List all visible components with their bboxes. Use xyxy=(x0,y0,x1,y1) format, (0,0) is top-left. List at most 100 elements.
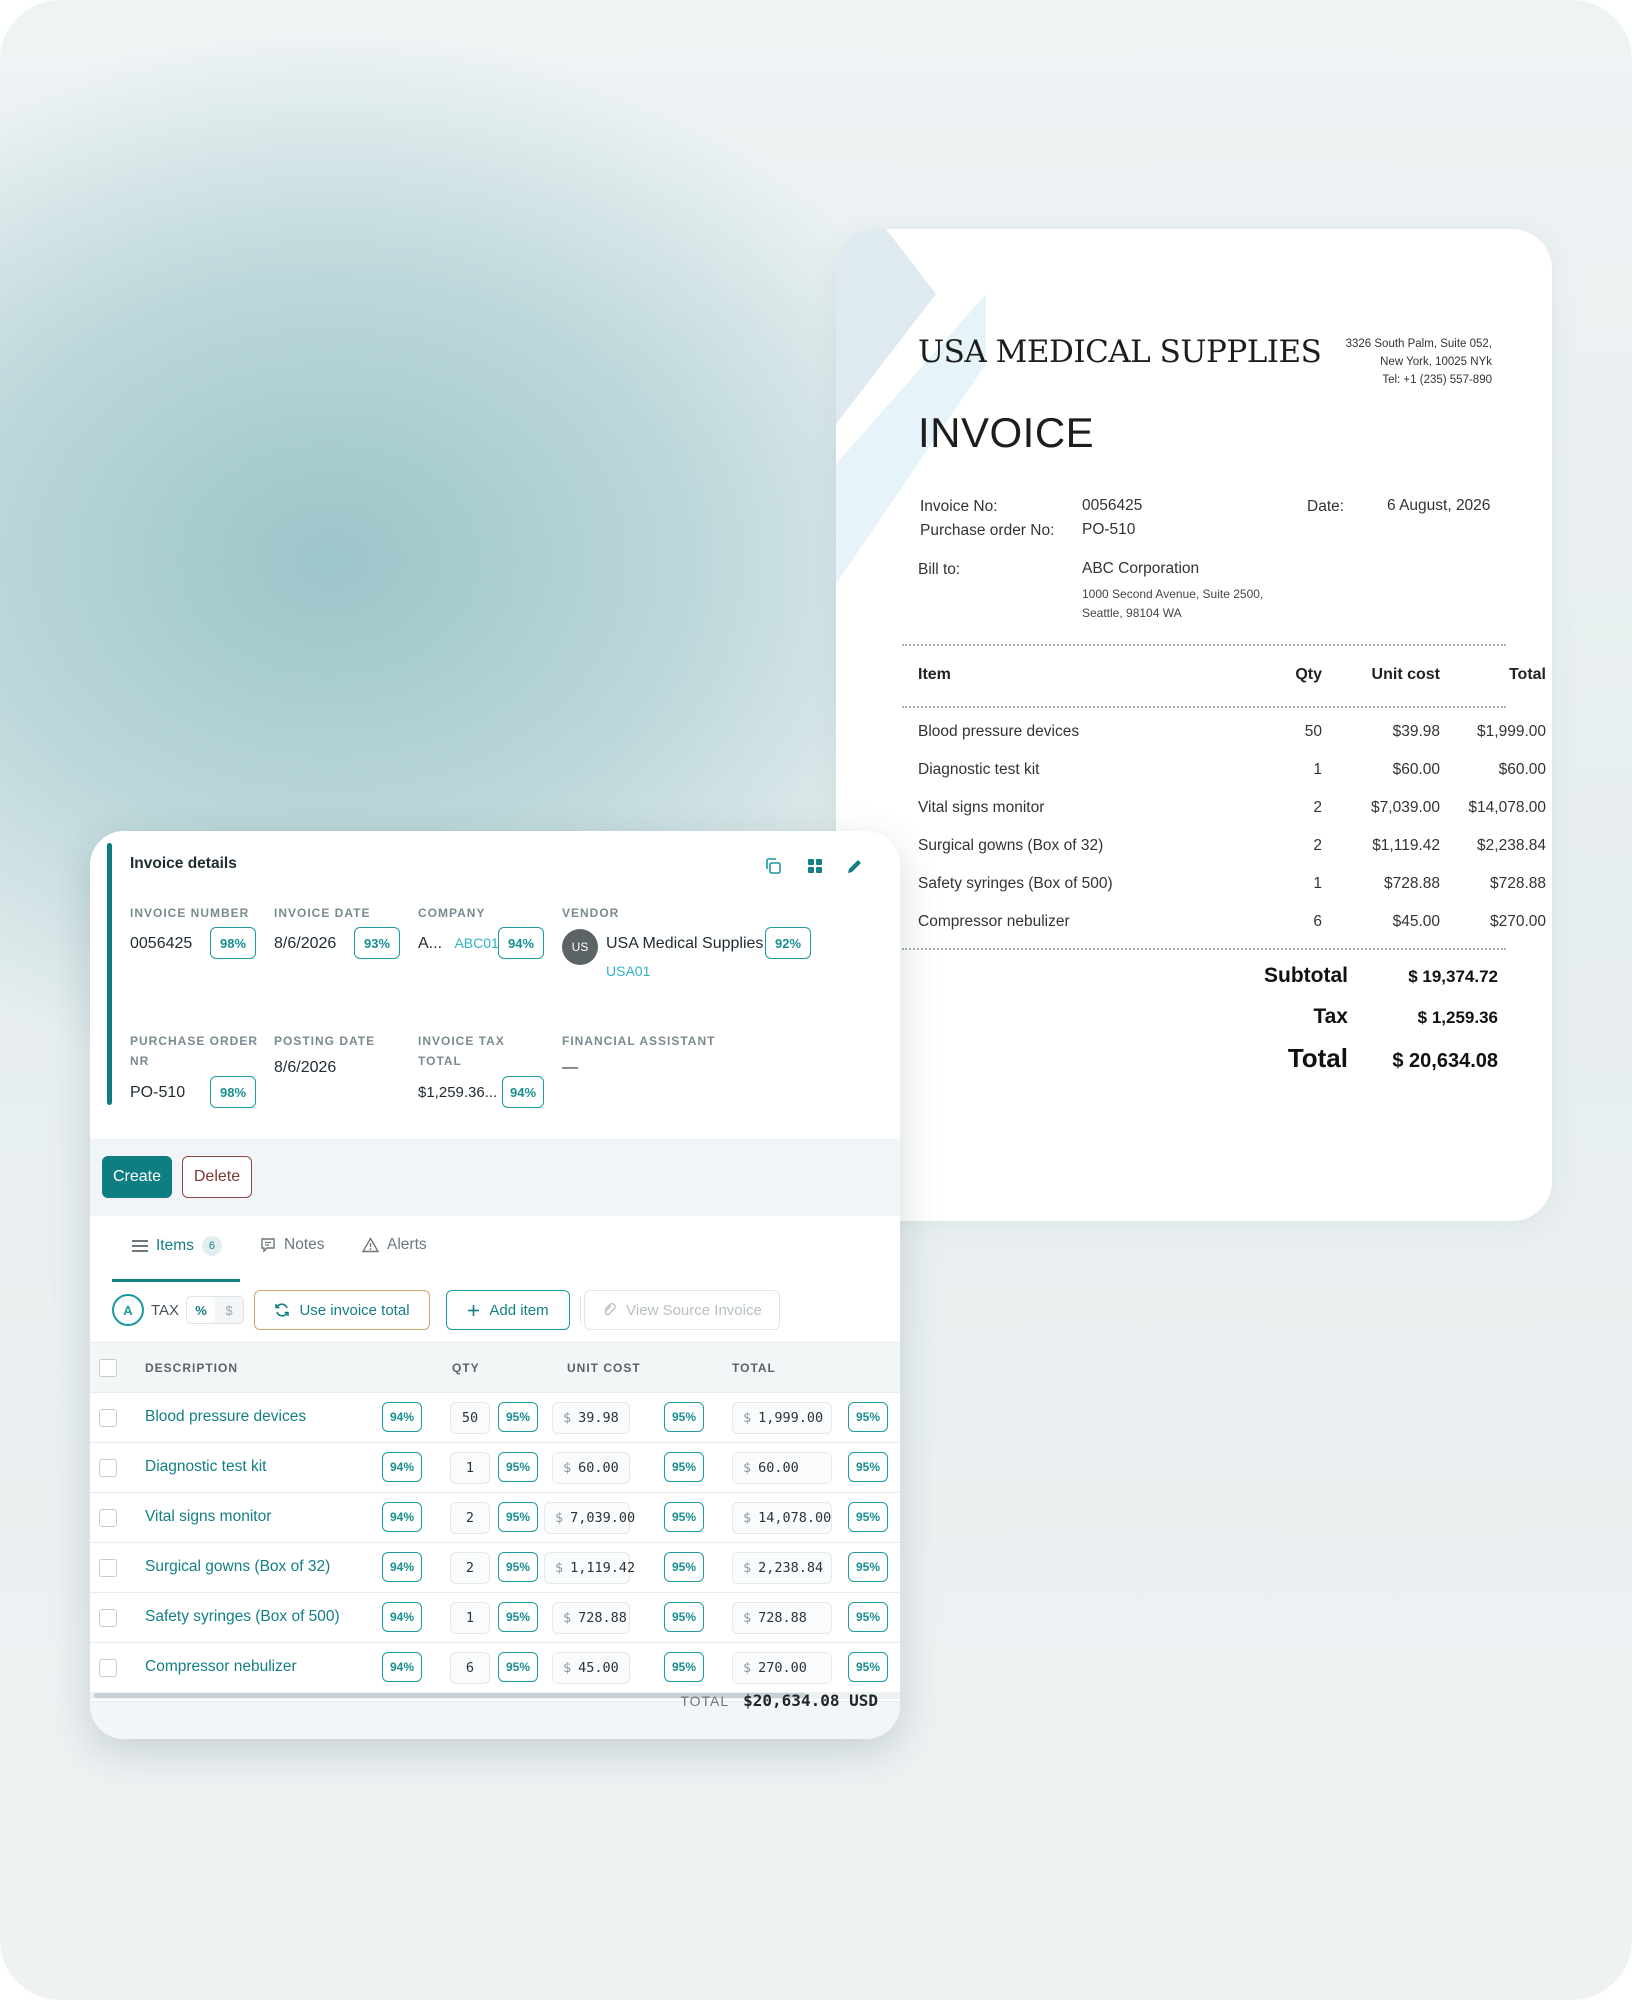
purchase-order-label: PURCHASE ORDER NR xyxy=(130,1034,259,1068)
col-description[interactable]: DESCRIPTION xyxy=(145,1361,238,1375)
grid-icon[interactable] xyxy=(800,851,830,881)
items-section: Items 6 Notes Alerts A TAX % $ Use invoi… xyxy=(90,1216,900,1739)
doc-item-row: Blood pressure devices 50 $39.98 $1,999.00 xyxy=(836,723,1552,761)
item-row[interactable]: Surgical gowns (Box of 32) 94% 2 95% $1,119.… xyxy=(90,1542,900,1592)
row-checkbox[interactable] xyxy=(99,1559,117,1577)
doc-item-total: $728.88 xyxy=(1489,875,1546,892)
row-checkbox[interactable] xyxy=(99,1659,117,1677)
row-checkbox[interactable] xyxy=(99,1409,117,1427)
financial-assistant-value[interactable]: — xyxy=(562,1059,578,1077)
company-confidence: 94% xyxy=(498,927,544,959)
item-qty-input[interactable]: 1 xyxy=(450,1602,490,1634)
select-all-checkbox[interactable] xyxy=(99,1359,117,1377)
doc-divider xyxy=(902,948,1506,950)
invoice-date-value[interactable]: 8/6/2026 xyxy=(274,935,336,953)
item-unit-cost-input[interactable]: $1,119.42 xyxy=(544,1552,635,1584)
unit-cost-confidence: 95% xyxy=(664,1452,704,1482)
item-row[interactable]: Blood pressure devices 94% 50 95% $39.98 95% $… xyxy=(90,1392,900,1442)
tax-percent-option[interactable]: % xyxy=(187,1297,215,1323)
doc-item-total: $2,238.84 xyxy=(1477,837,1546,854)
view-source-invoice-button[interactable]: View Source Invoice xyxy=(584,1290,780,1330)
item-description[interactable]: Diagnostic test kit xyxy=(145,1458,266,1476)
doc-item-row: Compressor nebulizer 6 $45.00 $270.00 xyxy=(836,913,1552,951)
tab-alerts[interactable]: Alerts xyxy=(362,1236,427,1254)
tax-dollar-option[interactable]: $ xyxy=(215,1297,243,1323)
auto-tax-badge[interactable]: A xyxy=(112,1294,144,1326)
posting-date-value[interactable]: 8/6/2026 xyxy=(274,1059,336,1077)
vendor-value[interactable]: USA Medical Supplies xyxy=(606,935,763,953)
description-confidence: 94% xyxy=(382,1402,422,1432)
item-unit-cost-input[interactable]: $728.88 xyxy=(552,1602,630,1634)
footer-total: TOTAL $20,634.08 USD xyxy=(680,1691,878,1710)
item-row[interactable]: Diagnostic test kit 94% 1 95% $60.00 95% $60.0… xyxy=(90,1442,900,1492)
item-qty-input[interactable]: 2 xyxy=(450,1552,490,1584)
unit-cost-confidence: 95% xyxy=(664,1502,704,1532)
row-checkbox[interactable] xyxy=(99,1459,117,1477)
tab-notes[interactable]: Notes xyxy=(260,1236,325,1254)
doc-item-name: Safety syringes (Box of 500) xyxy=(918,875,1113,892)
doc-item-row: Surgical gowns (Box of 32) 2 $1,119.42 $2,2… xyxy=(836,837,1552,875)
doc-title: INVOICE xyxy=(918,409,1095,456)
accent-bar xyxy=(107,843,112,1105)
col-total[interactable]: TOTAL xyxy=(732,1361,776,1375)
description-confidence: 94% xyxy=(382,1452,422,1482)
edit-icon[interactable] xyxy=(840,851,870,881)
item-total-input[interactable]: $2,238.84 xyxy=(732,1552,832,1584)
total-confidence: 95% xyxy=(848,1552,888,1582)
item-row[interactable]: Vital signs monitor 94% 2 95% $7,039.00 95% $1… xyxy=(90,1492,900,1542)
qty-confidence: 95% xyxy=(498,1402,538,1432)
purchase-order-value[interactable]: PO-510 xyxy=(130,1084,185,1102)
item-total-input[interactable]: $270.00 xyxy=(732,1652,832,1684)
company-value[interactable]: A... ABC01 xyxy=(418,935,499,953)
doc-divider xyxy=(902,644,1506,646)
item-unit-cost-input[interactable]: $60.00 xyxy=(552,1452,630,1484)
doc-item-row: Safety syringes (Box of 500) 1 $728.88 $728… xyxy=(836,875,1552,913)
item-row[interactable]: Compressor nebulizer 94% 6 95% $45.00 95% $270… xyxy=(90,1642,900,1692)
invoice-tax-total-value[interactable]: $1,259.36... xyxy=(418,1084,497,1101)
warning-icon xyxy=(362,1237,379,1253)
tab-items[interactable]: Items 6 xyxy=(132,1236,222,1256)
row-checkbox[interactable] xyxy=(99,1609,117,1627)
create-button[interactable]: Create xyxy=(102,1156,172,1198)
item-description[interactable]: Compressor nebulizer xyxy=(145,1658,297,1676)
item-row[interactable]: Safety syringes (Box of 500) 94% 1 95% $728.… xyxy=(90,1592,900,1642)
item-total-input[interactable]: $60.00 xyxy=(732,1452,832,1484)
toolbar-divider xyxy=(580,1296,581,1324)
item-description[interactable]: Vital signs monitor xyxy=(145,1508,271,1526)
doc-item-total: $270.00 xyxy=(1489,913,1546,930)
item-unit-cost-input[interactable]: $39.98 xyxy=(552,1402,630,1434)
row-checkbox[interactable] xyxy=(99,1509,117,1527)
doc-company-address: 3326 South Palm, Suite 052, New York, 10… xyxy=(1345,338,1492,386)
item-unit-cost-input[interactable]: $7,039.00 xyxy=(544,1502,635,1534)
tax-mode-toggle[interactable]: % $ xyxy=(186,1296,244,1324)
item-qty-input[interactable]: 50 xyxy=(450,1402,490,1434)
use-invoice-total-button[interactable]: Use invoice total xyxy=(254,1290,430,1330)
vendor-code[interactable]: USA01 xyxy=(606,963,650,979)
total-confidence: 95% xyxy=(848,1452,888,1482)
company-code[interactable]: ABC01 xyxy=(454,935,498,951)
doc-po: PO-510 xyxy=(1082,521,1136,538)
item-total-input[interactable]: $728.88 xyxy=(732,1602,832,1634)
item-description[interactable]: Surgical gowns (Box of 32) xyxy=(145,1558,330,1576)
doc-item-name: Blood pressure devices xyxy=(918,723,1080,740)
total-confidence: 95% xyxy=(848,1502,888,1532)
delete-button[interactable]: Delete xyxy=(182,1156,252,1198)
item-qty-input[interactable]: 2 xyxy=(450,1502,490,1534)
item-qty-input[interactable]: 6 xyxy=(450,1652,490,1684)
item-total-input[interactable]: $14,078.00 xyxy=(732,1502,832,1534)
background: USA MEDICAL SUPPLIES 3326 South Palm, Su… xyxy=(0,0,1632,2000)
item-description[interactable]: Blood pressure devices xyxy=(145,1408,306,1426)
qty-confidence: 95% xyxy=(498,1452,538,1482)
invoice-tax-total-label: INVOICE TAX TOTAL xyxy=(418,1034,505,1068)
invoice-number-value[interactable]: 0056425 xyxy=(130,935,192,953)
copy-icon[interactable] xyxy=(758,851,788,881)
doc-date-label: Date: xyxy=(1307,498,1345,515)
col-unit-cost[interactable]: UNIT COST xyxy=(567,1361,641,1375)
item-description[interactable]: Safety syringes (Box of 500) xyxy=(145,1608,340,1626)
item-total-input[interactable]: $1,999.00 xyxy=(732,1402,832,1434)
item-qty-input[interactable]: 1 xyxy=(450,1452,490,1484)
col-qty[interactable]: QTY xyxy=(452,1361,480,1375)
add-item-button[interactable]: Add item xyxy=(446,1290,570,1330)
qty-confidence: 95% xyxy=(498,1602,538,1632)
item-unit-cost-input[interactable]: $45.00 xyxy=(552,1652,630,1684)
